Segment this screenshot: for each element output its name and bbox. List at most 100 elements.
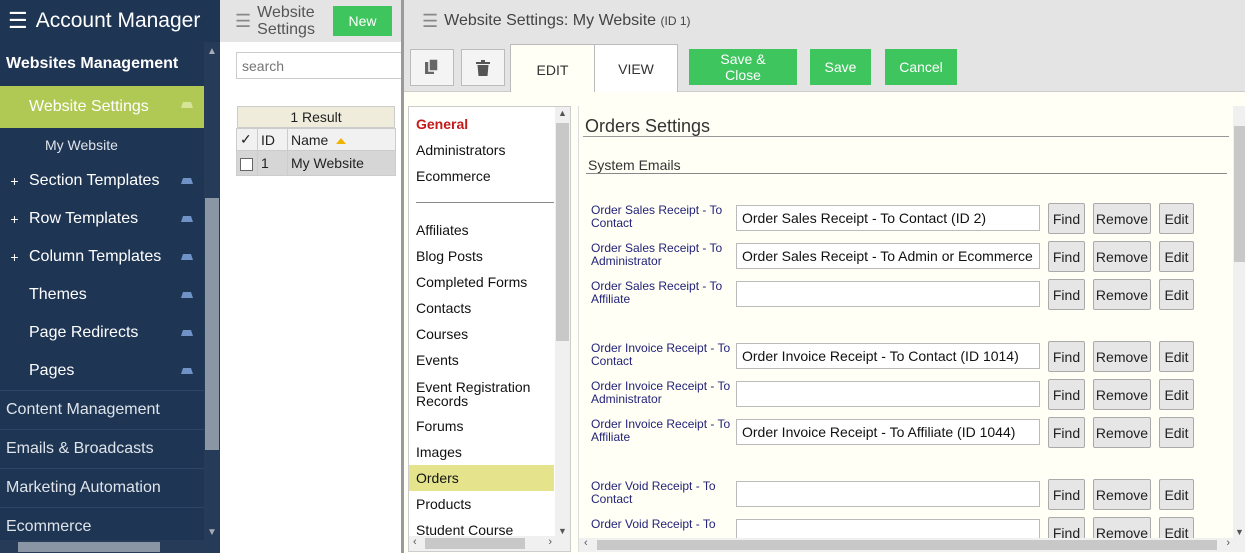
name-column-header[interactable]: Name — [287, 128, 396, 151]
category-contacts[interactable]: Contacts — [409, 295, 554, 321]
sidebar-group-content-management[interactable]: Content Management — [0, 390, 204, 429]
remove-button[interactable]: Remove — [1093, 479, 1151, 510]
save-close-button[interactable]: Save & Close — [689, 49, 797, 85]
id-column-header[interactable]: ID — [257, 128, 288, 151]
category-orders[interactable]: Orders — [409, 465, 554, 491]
email-template-field[interactable]: Order Invoice Receipt - To Affiliate (ID… — [736, 419, 1040, 445]
edit-button[interactable]: Edit — [1159, 479, 1194, 510]
scroll-left-icon[interactable]: ‹ — [413, 536, 417, 548]
collapse-icon[interactable] — [179, 366, 195, 375]
find-button[interactable]: Find — [1048, 203, 1085, 234]
remove-button[interactable]: Remove — [1093, 279, 1151, 310]
find-button[interactable]: Find — [1048, 379, 1085, 410]
collapse-icon[interactable] — [179, 100, 195, 109]
sidebar-item-column-templates[interactable]: + Column Templates — [0, 238, 204, 276]
category-images[interactable]: Images — [409, 439, 554, 465]
scroll-down-icon[interactable]: ▼ — [207, 527, 217, 538]
collapse-icon[interactable] — [179, 328, 195, 337]
category-ecommerce[interactable]: Ecommerce — [409, 163, 554, 189]
category-horizontal-scrollbar[interactable]: ‹ › — [409, 536, 570, 551]
sidebar-section-websites-management[interactable]: Websites Management — [0, 42, 220, 86]
sidebar-item-section-templates[interactable]: + Section Templates — [0, 162, 204, 200]
email-template-field[interactable] — [736, 481, 1040, 507]
category-blog-posts[interactable]: Blog Posts — [409, 243, 554, 269]
find-button[interactable]: Find — [1048, 341, 1085, 372]
category-vertical-scrollbar[interactable]: ▲ ▼ — [555, 107, 570, 537]
remove-button[interactable]: Remove — [1093, 379, 1151, 410]
category-general[interactable]: General — [409, 111, 554, 137]
scroll-right-icon[interactable]: › — [548, 536, 552, 548]
scrollbar-thumb[interactable] — [597, 540, 1217, 550]
scrollbar-thumb[interactable] — [425, 538, 525, 549]
scroll-left-icon[interactable]: ‹ — [584, 537, 588, 549]
delete-button[interactable] — [461, 49, 505, 86]
collapse-icon[interactable] — [179, 252, 195, 261]
hamburger-menu-icon[interactable]: ☰ — [422, 11, 438, 32]
row-checkbox[interactable] — [240, 157, 253, 171]
find-button[interactable]: Find — [1048, 279, 1085, 310]
category-affiliates[interactable]: Affiliates — [409, 217, 554, 243]
collapse-icon[interactable] — [179, 290, 195, 299]
find-button[interactable]: Find — [1048, 417, 1085, 448]
category-forums[interactable]: Forums — [409, 413, 554, 439]
category-completed-forms[interactable]: Completed Forms — [409, 269, 554, 295]
copy-button[interactable] — [410, 49, 454, 86]
scrollbar-thumb[interactable] — [1234, 126, 1245, 262]
category-products[interactable]: Products — [409, 491, 554, 517]
edit-button[interactable]: Edit — [1159, 341, 1194, 372]
sidebar-item-my-website[interactable]: My Website — [0, 128, 204, 162]
settings-horizontal-scrollbar[interactable]: ‹ › — [579, 537, 1245, 552]
tab-edit[interactable]: EDIT — [510, 44, 595, 94]
sidebar-item-website-settings[interactable]: Website Settings — [0, 86, 204, 128]
remove-button[interactable]: Remove — [1093, 341, 1151, 372]
sidebar-horizontal-scrollbar[interactable] — [0, 540, 220, 553]
remove-button[interactable]: Remove — [1093, 241, 1151, 272]
table-row[interactable]: 1 My Website — [236, 150, 396, 176]
save-button[interactable]: Save — [810, 49, 871, 85]
collapse-icon[interactable] — [179, 214, 195, 223]
find-button[interactable]: Find — [1048, 479, 1085, 510]
expand-icon[interactable]: + — [0, 211, 29, 227]
expand-icon[interactable]: + — [0, 173, 29, 189]
edit-button[interactable]: Edit — [1159, 379, 1194, 410]
email-template-field[interactable]: Order Invoice Receipt - To Contact (ID 1… — [736, 343, 1040, 369]
remove-button[interactable]: Remove — [1093, 203, 1151, 234]
new-button[interactable]: New — [333, 6, 392, 36]
cancel-button[interactable]: Cancel — [885, 49, 957, 85]
scroll-up-icon[interactable]: ▲ — [207, 46, 217, 57]
row-name[interactable]: My Website — [287, 150, 396, 176]
scrollbar-thumb[interactable] — [556, 123, 569, 341]
hamburger-menu-icon[interactable]: ☰ — [235, 11, 251, 32]
category-event-registration-records[interactable]: Event Registration Records — [409, 373, 554, 413]
sidebar-group-marketing-automation[interactable]: Marketing Automation — [0, 468, 204, 507]
collapse-icon[interactable] — [179, 176, 195, 185]
edit-button[interactable]: Edit — [1159, 241, 1194, 272]
sidebar-item-row-templates[interactable]: + Row Templates — [0, 200, 204, 238]
edit-button[interactable]: Edit — [1159, 279, 1194, 310]
email-template-field[interactable] — [736, 381, 1040, 407]
scrollbar-thumb[interactable] — [205, 198, 219, 450]
category-events[interactable]: Events — [409, 347, 554, 373]
settings-vertical-scrollbar[interactable]: ▼ — [1233, 106, 1245, 538]
tab-view[interactable]: VIEW — [594, 44, 678, 93]
search-input[interactable] — [236, 52, 406, 79]
edit-button[interactable]: Edit — [1159, 203, 1194, 234]
row-checkbox-cell[interactable] — [236, 150, 258, 176]
sidebar-item-pages[interactable]: Pages — [0, 352, 204, 390]
category-administrators[interactable]: Administrators — [409, 137, 554, 163]
select-column-header[interactable]: ✓ — [236, 128, 258, 151]
sidebar-item-themes[interactable]: Themes — [0, 276, 204, 314]
category-courses[interactable]: Courses — [409, 321, 554, 347]
email-template-field[interactable] — [736, 281, 1040, 307]
email-template-field[interactable]: Order Sales Receipt - To Admin or Ecomme… — [736, 243, 1040, 269]
scroll-down-icon[interactable]: ▼ — [558, 526, 567, 536]
expand-icon[interactable]: + — [0, 249, 29, 265]
find-button[interactable]: Find — [1048, 241, 1085, 272]
hamburger-menu-icon[interactable]: ☰ — [8, 8, 28, 34]
sidebar-vertical-scrollbar[interactable]: ▲ ▼ — [204, 42, 220, 540]
sidebar-group-emails-broadcasts[interactable]: Emails & Broadcasts — [0, 429, 204, 468]
edit-button[interactable]: Edit — [1159, 417, 1194, 448]
scrollbar-thumb[interactable] — [18, 542, 160, 552]
scroll-up-icon[interactable]: ▲ — [558, 108, 567, 118]
sidebar-item-page-redirects[interactable]: Page Redirects — [0, 314, 204, 352]
